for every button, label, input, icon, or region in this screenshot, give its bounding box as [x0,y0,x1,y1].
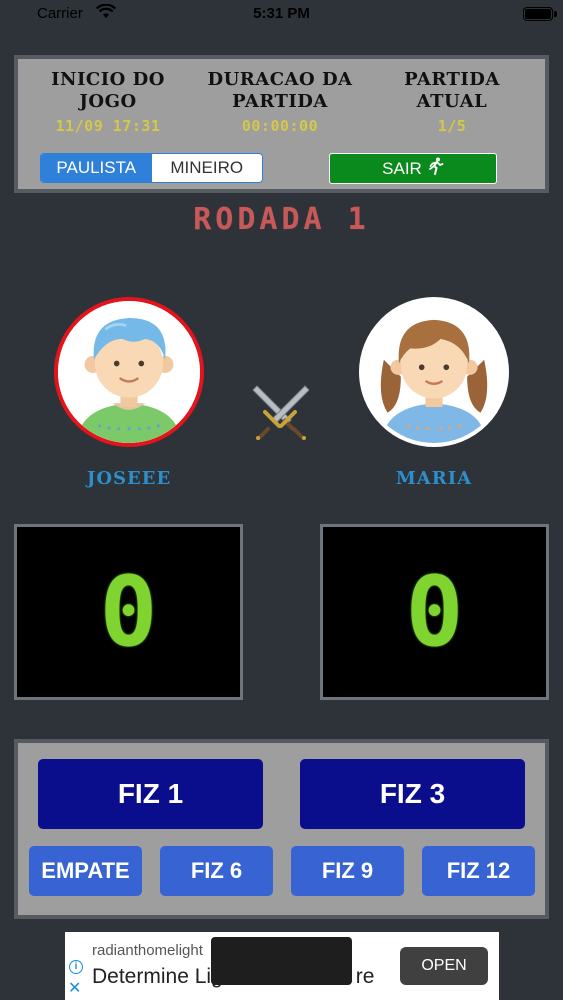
running-person-icon [428,157,444,180]
clock: 5:31 PM [253,5,310,22]
start-time-label-line1: INICIO DO [51,69,165,90]
player2-avatar[interactable] [359,297,509,447]
mode-option-paulista[interactable]: PAULISTA [41,154,152,182]
player1-avatar[interactable] [54,297,204,447]
ad-overlay [211,937,352,985]
player1-score-display: 0 [14,524,243,700]
fiz-1-button[interactable]: FIZ 1 [38,759,263,829]
ad-domain: radianthomelight [92,942,203,959]
ad-headline-end: re [355,965,375,988]
fiz-3-button[interactable]: FIZ 3 [300,759,525,829]
ad-open-button[interactable]: OPEN [400,947,488,985]
start-time-value: 11/09 17:31 [55,117,161,135]
mode-toggle[interactable]: PAULISTA MINEIRO [40,153,263,183]
exit-button-label: SAIR [382,158,422,178]
duration-label-line1: DURACAO DA [207,69,353,90]
duration-value: 00:00:00 [241,117,319,135]
duration-label: DURACAO DA PARTIDA [200,69,360,113]
ad-banner[interactable]: i ✕ radianthomelight Determine Lig re OPE… [65,932,499,1000]
ad-info-icon[interactable]: i [69,960,83,974]
girl-avatar-icon [363,301,505,443]
mode-option-mineiro[interactable]: MINEIRO [152,154,263,182]
exit-button[interactable]: SAIR [329,153,497,184]
start-time-group: INICIO DO JOGO 11/09 17:31 [28,69,188,135]
fiz-6-button[interactable]: FIZ 6 [160,846,273,896]
status-bar: Carrier 5:31 PM [0,0,563,30]
current-match-label: PARTIDA ATUAL [372,69,532,113]
duration-label-line2: PARTIDA [232,91,328,112]
boy-avatar-icon [58,301,200,443]
current-match-group: PARTIDA ATUAL 1/5 [372,69,532,135]
player1-name: JOSEEE [86,468,172,489]
current-match-label-line2: ATUAL [416,91,488,112]
round-title: RODADA 1 [193,202,370,237]
ad-headline-start: Determine Lig [92,965,223,988]
fiz-12-button[interactable]: FIZ 12 [422,846,535,896]
empate-button[interactable]: EMPATE [29,846,142,896]
fiz-9-button[interactable]: FIZ 9 [291,846,404,896]
player2-score: 0 [405,556,464,668]
battery-icon [523,7,557,21]
duration-group: DURACAO DA PARTIDA 00:00:00 [200,69,360,135]
crossed-swords-icon [251,382,329,440]
match-info-panel: INICIO DO JOGO 11/09 17:31 DURACAO DA PA… [14,55,549,193]
current-match-value: 1/5 [437,117,467,135]
current-match-label-line1: PARTIDA [404,69,500,90]
player1-score: 0 [99,556,158,668]
actions-panel: FIZ 1 FIZ 3 EMPATE FIZ 6 FIZ 9 FIZ 12 [14,739,549,919]
start-time-label-line2: JOGO [79,91,137,112]
ad-close-icon[interactable]: ✕ [68,978,81,998]
player2-name: MARIA [395,468,473,489]
start-time-label: INICIO DO JOGO [28,69,188,113]
player2-score-display: 0 [320,524,549,700]
